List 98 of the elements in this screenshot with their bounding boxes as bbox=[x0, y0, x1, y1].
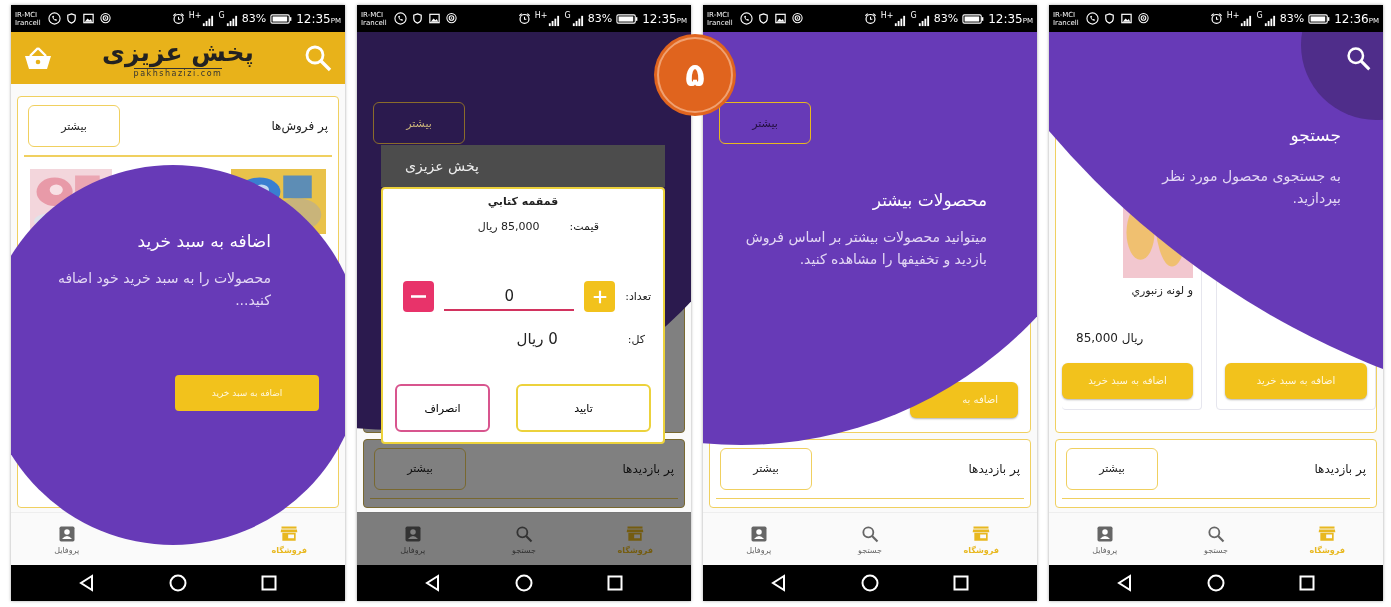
section-title: پر فروش‌ها bbox=[271, 119, 328, 133]
nav-tab[interactable]: پروفایل bbox=[394, 513, 432, 565]
section-title: پر بازدیدها bbox=[1314, 461, 1366, 476]
more-button[interactable]: بیشتر bbox=[1066, 447, 1158, 490]
battery-icon bbox=[1308, 12, 1331, 25]
signal-icon bbox=[1239, 13, 1253, 27]
signal-icon bbox=[547, 13, 561, 27]
search-icon[interactable] bbox=[1345, 45, 1372, 72]
confirm-button[interactable]: تایید bbox=[516, 384, 651, 432]
battery-percent: 83% bbox=[1279, 12, 1305, 25]
network-type: H+ bbox=[1226, 10, 1240, 20]
more-button[interactable]: بیشتر bbox=[28, 105, 120, 147]
radar-icon bbox=[444, 12, 458, 25]
more-button[interactable]: بیشتر bbox=[374, 447, 466, 490]
radar-icon bbox=[98, 12, 112, 25]
call-icon bbox=[393, 12, 407, 25]
signal-icon bbox=[893, 13, 907, 27]
section-title: پر بازدیدها bbox=[622, 461, 674, 476]
call-icon bbox=[1085, 12, 1099, 25]
signal-icon bbox=[570, 13, 584, 27]
home-icon[interactable] bbox=[168, 573, 188, 593]
shield-icon bbox=[756, 12, 770, 25]
radar-icon bbox=[1136, 12, 1150, 25]
more-button[interactable]: بیشتر bbox=[720, 447, 812, 490]
alarm-icon bbox=[863, 12, 877, 25]
network-type: H+ bbox=[880, 10, 894, 20]
search-icon bbox=[514, 523, 534, 544]
home-icon[interactable] bbox=[514, 573, 534, 593]
image-icon bbox=[427, 12, 441, 25]
recents-icon[interactable] bbox=[1297, 573, 1318, 593]
network-type: G bbox=[218, 10, 225, 20]
nav-tab[interactable]: پروفایل bbox=[48, 513, 86, 565]
call-icon bbox=[739, 12, 753, 25]
nav-tab[interactable]: جستجو bbox=[852, 513, 888, 565]
nav-tab[interactable]: پروفایل bbox=[1086, 513, 1124, 565]
image-icon bbox=[1119, 12, 1133, 25]
home-icon[interactable] bbox=[860, 573, 880, 593]
recents-icon[interactable] bbox=[259, 573, 280, 593]
alarm-icon bbox=[171, 12, 185, 25]
tip-text: به جستجوی محصول مورد نظر بپردازید. bbox=[1160, 167, 1341, 209]
network-type: G bbox=[1256, 10, 1263, 20]
clock-time: 12:35 bbox=[988, 11, 1023, 26]
call-icon bbox=[47, 12, 61, 25]
section-title: پر بازدیدها bbox=[968, 461, 1020, 476]
image-icon bbox=[773, 12, 787, 25]
minus-icon bbox=[411, 295, 427, 298]
total-label: کل: bbox=[627, 332, 645, 346]
alarm-icon bbox=[517, 12, 531, 25]
signal-icon bbox=[201, 13, 215, 27]
quantity-field[interactable]: 0 bbox=[444, 282, 575, 311]
product-name: قمقمه کتابي bbox=[486, 195, 560, 208]
battery-icon bbox=[616, 12, 639, 25]
tip-title: محصولات بیشتر bbox=[871, 190, 987, 210]
more-button[interactable]: بیشتر bbox=[373, 102, 465, 144]
clock-time: 12:35 bbox=[642, 11, 677, 26]
clock-time: 12:36 bbox=[1334, 11, 1369, 26]
tip-text: محصولات را به سبد خرید خود اضافه کنید... bbox=[56, 269, 271, 310]
nav-tab[interactable]: پروفایل bbox=[740, 513, 778, 565]
network-type: G bbox=[564, 10, 571, 20]
logo-text: پخش عزیزی bbox=[102, 38, 254, 68]
tip-title: جستجو bbox=[1288, 125, 1341, 145]
radar-icon bbox=[790, 12, 804, 25]
network-type: H+ bbox=[188, 10, 202, 20]
shield-icon bbox=[1102, 12, 1116, 25]
signal-icon bbox=[1262, 13, 1276, 27]
logo-domain: pakhshazizi.com bbox=[133, 68, 223, 78]
battery-icon bbox=[270, 12, 293, 25]
battery-percent: 83% bbox=[933, 12, 959, 25]
total-value: 0 ریال bbox=[516, 330, 558, 348]
battery-percent: 83% bbox=[241, 12, 267, 25]
dialog-title: پخش عزیزی bbox=[405, 158, 479, 174]
price-value: 85,000 ریال bbox=[477, 220, 540, 233]
image-icon bbox=[81, 12, 95, 25]
network-type: G bbox=[910, 10, 917, 20]
product-price: 85,000 ریال bbox=[1075, 331, 1145, 345]
tip-text: میتوانید محصولات بیشتر بر اساس فروش بازدید و تخفیفها را مشاهده کنید. bbox=[744, 228, 987, 270]
network-type: H+ bbox=[534, 10, 548, 20]
clock-time: 12:35 bbox=[296, 11, 331, 26]
nav-tab[interactable]: جستجو bbox=[1198, 513, 1234, 565]
price-label: قیمت: bbox=[569, 220, 599, 233]
cancel-button[interactable]: انصراف bbox=[395, 384, 490, 432]
product-name: و لونه زنبوري bbox=[1130, 284, 1193, 297]
recents-icon[interactable] bbox=[951, 573, 972, 593]
battery-percent: 83% bbox=[587, 12, 613, 25]
search-icon bbox=[860, 523, 880, 544]
home-icon[interactable] bbox=[1206, 573, 1226, 593]
shield-icon bbox=[64, 12, 78, 25]
tip-title: اضافه به سبد خرید bbox=[136, 231, 271, 251]
signal-icon bbox=[224, 13, 238, 27]
search-icon bbox=[1206, 523, 1226, 544]
signal-icon bbox=[916, 13, 930, 27]
nav-tab[interactable]: جستجو bbox=[506, 513, 542, 565]
decrease-button[interactable] bbox=[403, 281, 435, 312]
alarm-icon bbox=[1209, 12, 1223, 25]
recents-icon[interactable] bbox=[605, 573, 626, 593]
shield-icon bbox=[410, 12, 424, 25]
quantity-label: تعداد: bbox=[625, 290, 651, 303]
battery-icon bbox=[962, 12, 985, 25]
